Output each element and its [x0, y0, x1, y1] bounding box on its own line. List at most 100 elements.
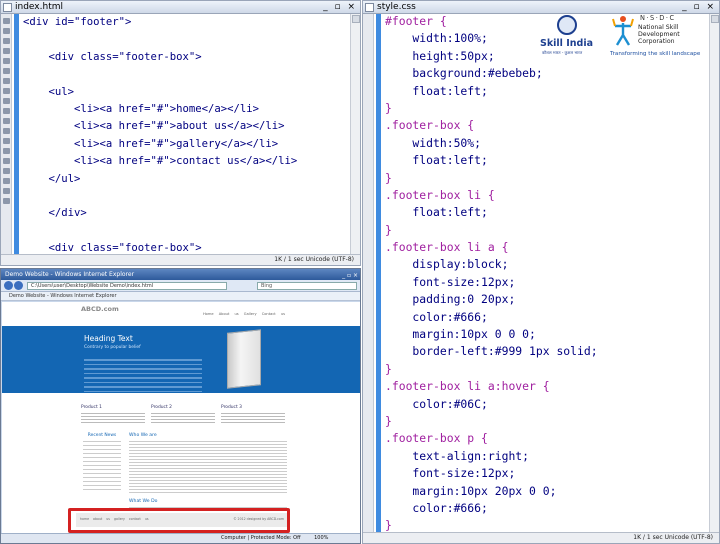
- tool-icon[interactable]: [3, 48, 10, 54]
- css-code-line: float:left;: [385, 83, 488, 98]
- address-input[interactable]: C:\Users\user\Desktop\Website Demo\index…: [27, 282, 227, 290]
- tool-icon[interactable]: [3, 68, 10, 74]
- browser-titlebar: Demo Website - Windows Internet Explorer…: [1, 269, 360, 280]
- product-title: Product 1: [81, 405, 102, 410]
- skill-india-tagline: कौशल भारत - कुशल भारत: [542, 50, 583, 55]
- nsdc-figure-icon: [612, 16, 634, 46]
- product-title: Product 3: [221, 405, 242, 410]
- editor-toolbar[interactable]: [1, 14, 12, 256]
- css-code-line: }: [385, 170, 392, 185]
- browser-address-bar: C:\Users\user\Desktop\Website Demo\index…: [1, 280, 360, 292]
- tool-icon[interactable]: [3, 118, 10, 124]
- css-code-line: margin:10px 0 0 0;: [385, 327, 536, 342]
- html-editor-titlebar: index.html _ ▫ ×: [1, 1, 360, 14]
- zoom-level[interactable]: 100%: [314, 535, 328, 541]
- html-code-line: [23, 31, 323, 48]
- tool-icon[interactable]: [3, 88, 10, 94]
- site-header: ABCD.com Home About us Gallery Contact u…: [67, 302, 289, 326]
- tool-icon[interactable]: [3, 178, 10, 184]
- css-code-line: width:50%;: [385, 135, 482, 150]
- tool-icon[interactable]: [3, 98, 10, 104]
- css-code-line: text-align:right;: [385, 448, 530, 463]
- tool-icon[interactable]: [3, 168, 10, 174]
- html-code-line: <li><a href="#">gallery</a></li>: [23, 137, 279, 150]
- recent-news-title: Recent News: [87, 433, 117, 438]
- line-marker-bar: [14, 14, 19, 256]
- html-code-line: [23, 223, 323, 240]
- html-editor-status: 1K / 1 sec Unicode (UTF-8): [1, 254, 360, 265]
- tool-icon[interactable]: [3, 108, 10, 114]
- recent-news: Recent News: [81, 433, 123, 493]
- window-controls[interactable]: _ ▫ ×: [323, 1, 357, 13]
- css-code-line: float:left;: [385, 153, 488, 168]
- browser-window[interactable]: Demo Website - Windows Internet Explorer…: [0, 268, 361, 544]
- css-code-line: background:#ebebeb;: [385, 66, 543, 81]
- skill-india-text: Skill India: [540, 38, 594, 49]
- search-input[interactable]: Bing: [257, 282, 357, 290]
- file-icon: [365, 3, 374, 12]
- css-code-line: }: [385, 413, 392, 428]
- line-marker-bar: [376, 14, 381, 533]
- tool-icon[interactable]: [3, 18, 10, 24]
- css-code-line: .footer-box li a:hover {: [385, 379, 550, 394]
- html-code-line: <li><a href="#">contact us</a></li>: [23, 155, 298, 168]
- banner-text-lines: [84, 359, 202, 395]
- tool-icon[interactable]: [3, 58, 10, 64]
- product-box-image: [227, 329, 261, 389]
- tool-icon[interactable]: [3, 158, 10, 164]
- css-code-line: display:block;: [385, 257, 509, 272]
- tool-icon[interactable]: [3, 28, 10, 34]
- css-code-line: color:#666;: [385, 309, 488, 324]
- site-menu[interactable]: Home About us Gallery Contact us: [203, 312, 285, 316]
- banner-subheading: Contrary to popular belief: [84, 345, 141, 350]
- tool-icon[interactable]: [3, 138, 10, 144]
- html-code-line: <li><a href="#">home</a></li>: [23, 102, 259, 115]
- css-code-line: }: [385, 100, 392, 115]
- css-code-line: .footer-box p {: [385, 431, 488, 446]
- css-editor-scrollbar[interactable]: [709, 14, 719, 533]
- css-code-line: font-size:12px;: [385, 466, 516, 481]
- site-banner: Heading Text Contrary to popular belief: [2, 326, 360, 393]
- browser-status-bar: Computer | Protected Mode: Off 100%: [1, 533, 360, 543]
- html-editor-pane[interactable]: index.html _ ▫ × <div id="footer"> <div …: [0, 0, 361, 266]
- tool-icon[interactable]: [3, 38, 10, 44]
- browser-viewport[interactable]: Heading Text Contrary to popular belief …: [2, 302, 360, 534]
- html-code-line: <div class="footer-box">: [23, 50, 202, 63]
- back-icon[interactable]: [4, 281, 13, 290]
- tool-icon[interactable]: [3, 128, 10, 134]
- forward-icon[interactable]: [14, 281, 23, 290]
- site-page: ABCD.com Home About us Gallery Contact u…: [67, 302, 289, 326]
- css-code-line: float:left;: [385, 205, 488, 220]
- html-code-area[interactable]: <div id="footer"> <div class="footer-box…: [23, 14, 323, 265]
- html-code-line: [23, 188, 323, 205]
- tool-icon[interactable]: [3, 188, 10, 194]
- window-controls[interactable]: _ ▫ ×: [682, 1, 716, 13]
- site-logo[interactable]: ABCD.com: [81, 305, 119, 313]
- what-we-do-title: What We Do: [129, 499, 158, 504]
- tool-icon[interactable]: [3, 78, 10, 84]
- css-code-line: font-size:12px;: [385, 274, 516, 289]
- html-code-line: <li><a href="#">about us</a></li>: [23, 120, 285, 133]
- nsdc-abbr: N·S·D·C: [640, 14, 676, 22]
- nsdc-tagline: Transforming the skill landscape: [610, 51, 701, 57]
- html-code-line: <ul>: [23, 85, 75, 98]
- scroll-up-icon[interactable]: [352, 15, 360, 23]
- skill-india-logo: Skill India कौशल भारत - कुशल भारत: [538, 14, 606, 55]
- file-icon: [3, 3, 12, 12]
- tool-icon[interactable]: [3, 198, 10, 204]
- tool-icon[interactable]: [3, 148, 10, 154]
- html-editor-scrollbar[interactable]: [350, 14, 360, 256]
- who-we-are-title: Who We are: [129, 433, 157, 438]
- browser-title: Demo Website - Windows Internet Explorer: [5, 271, 135, 278]
- css-code-line: border-left:#999 1px solid;: [385, 344, 598, 359]
- html-code-line: </ul>: [23, 172, 81, 185]
- banner-heading: Heading Text: [84, 334, 133, 343]
- css-code-line: .footer-box {: [385, 118, 475, 133]
- css-code-line: }: [385, 518, 392, 533]
- html-code-line: </div>: [23, 207, 87, 220]
- browser-tab[interactable]: Demo Website - Windows Internet Explorer: [1, 292, 360, 301]
- css-code-line: }: [385, 222, 392, 237]
- html-code-line: [23, 66, 323, 83]
- css-code-area[interactable]: #footer { width:100%; height:50px; backg…: [385, 13, 598, 535]
- product-card: Product 3: [221, 405, 285, 425]
